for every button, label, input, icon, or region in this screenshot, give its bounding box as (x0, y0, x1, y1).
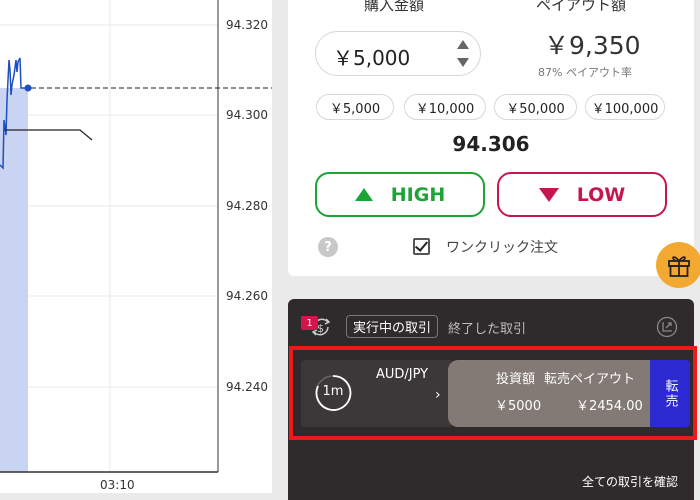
payout-value: ￥9,350 (544, 31, 641, 60)
preset-amount-button[interactable]: ￥10,000 (404, 94, 486, 120)
active-trade-row[interactable]: 1m AUD/JPY › 投資額 転売ペイアウト ￥5000 ￥2454.00 … (301, 360, 690, 427)
preset-amount-button[interactable]: ￥100,000 (585, 94, 665, 120)
one-click-checkbox[interactable] (413, 238, 430, 255)
expiry-label: 1m (322, 384, 344, 399)
price-tick-label: 94.240 (226, 380, 268, 394)
triangle-up-icon[interactable] (457, 40, 469, 49)
trade-row-details: 投資額 転売ペイアウト ￥5000 ￥2454.00 (448, 360, 652, 427)
preset-amount-button[interactable]: ￥50,000 (494, 94, 577, 120)
external-link-icon[interactable] (656, 316, 678, 338)
resale-payout-value: ￥2454.00 (576, 399, 643, 414)
currency-pair: AUD/JPY (376, 367, 429, 382)
sell-button[interactable]: 転売 (650, 360, 690, 427)
price-chart[interactable]: 94.320 94.300 94.280 94.260 94.240 03:10 (0, 0, 272, 493)
payout-amount-label: ペイアウト額 (536, 0, 627, 14)
triangle-up-icon (354, 188, 373, 201)
amount-value: ￥5,000 (333, 46, 411, 70)
low-button[interactable]: LOW (497, 172, 667, 217)
purchase-amount-label: 購入金額 (364, 0, 425, 14)
active-trades-count-badge: 1 (301, 316, 318, 330)
heart-icon (538, 187, 559, 202)
tab-active-trades[interactable]: 実行中の取引 (346, 315, 439, 338)
time-tick-label: 03:10 (100, 478, 135, 492)
low-label: LOW (576, 183, 626, 206)
gift-icon (668, 256, 690, 277)
current-price: 94.306 (452, 132, 530, 156)
chart-gridlines (0, 0, 218, 472)
investment-value: ￥5000 (495, 399, 542, 414)
price-tick-label: 94.300 (226, 108, 268, 122)
amount-input[interactable]: ￥5,000 (315, 31, 481, 76)
chevron-right-icon[interactable]: › (435, 387, 441, 403)
preset-amount-button[interactable]: ￥5,000 (316, 94, 394, 120)
high-label: HIGH (390, 183, 446, 206)
price-tick-label: 94.320 (226, 18, 268, 32)
resale-payout-label: 転売ペイアウト (544, 372, 636, 387)
gift-button[interactable] (656, 242, 700, 288)
payout-rate: 87% ペイアウト率 (538, 64, 632, 80)
svg-text:$: $ (317, 322, 324, 335)
triangle-down-icon[interactable] (457, 58, 469, 67)
investment-label: 投資額 (496, 372, 536, 387)
view-all-trades-link[interactable]: 全ての取引を確認 (582, 473, 678, 490)
one-click-label: ワンクリック注文 (446, 240, 558, 256)
high-button[interactable]: HIGH (315, 172, 485, 217)
payout-rate-value: 87% (538, 66, 563, 79)
tab-closed-trades[interactable]: 終了した取引 (448, 318, 526, 337)
chart-canvas: 94.320 94.300 94.280 94.260 94.240 03:10 (0, 0, 272, 492)
positions-panel: $ 1 実行中の取引 終了した取引 1m AUD/JPY › 投資額 転売ペイア… (288, 299, 694, 500)
payout-rate-label: ペイアウト率 (565, 66, 632, 79)
trade-row-summary[interactable]: 1m AUD/JPY › (301, 360, 451, 427)
price-tick-label: 94.260 (226, 289, 268, 303)
price-tick-label: 94.280 (226, 199, 268, 213)
current-price-dot (24, 84, 32, 92)
question-icon[interactable]: ? (318, 237, 338, 257)
trade-panel: 購入金額 ペイアウト額 ￥5,000 ￥9,350 87% ペイアウト率 ￥5,… (288, 0, 694, 276)
